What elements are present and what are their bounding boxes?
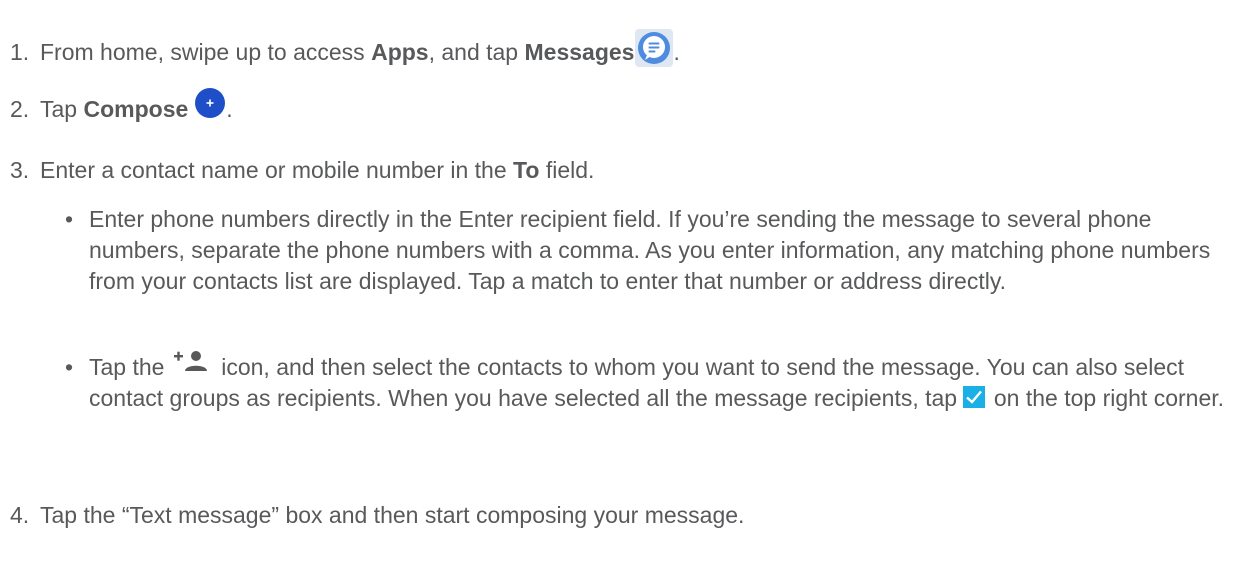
step-text: field. [539,157,595,183]
step-1: 1. From home, swipe up to access Apps, an… [10,29,680,73]
checkbox-checked-icon [963,385,986,408]
add-contact-icon [173,350,207,371]
bullet-dot: • [65,354,74,380]
apps-label: Apps [371,39,429,66]
step-text: , and tap [428,39,525,66]
bullet-dot: • [65,206,74,232]
messages-app-icon [635,29,674,67]
bullet-item: • Enter phone numbers directly in the En… [63,204,1238,297]
bullet-list: • Enter phone numbers directly in the En… [63,204,1238,297]
step-number: 3. [10,157,30,183]
step-4: 4. Tap the “Text message” box and then st… [10,500,744,531]
bullet-list: • Tap the icon, and then select the cont… [63,350,1238,414]
compose-label: Compose [83,96,189,122]
to-field-label: To [513,157,540,183]
messages-label: Messages [524,39,635,66]
bullet-text: Tap the [89,354,171,380]
step-text: . [226,96,233,122]
bullet-text: Enter phone numbers directly in the Ente… [89,206,1211,294]
step-number: 4. [10,502,30,528]
bullet-text: on the top right corner. [987,385,1225,411]
step-text: From home, swipe up to access [40,39,372,66]
step-3: 3. Enter a contact name or mobile number … [10,155,594,186]
step-number: 2. [10,96,30,122]
compose-plus-icon [195,87,226,118]
step-text: . [673,39,680,66]
step-text: Enter a contact name or mobile number in… [40,157,514,183]
step-text: Tap the “Text message” box and then star… [40,502,745,528]
step-number: 1. [10,39,30,66]
step-text: Tap [40,96,84,122]
bullet-item: • Tap the icon, and then select the cont… [63,350,1238,414]
step-2: 2. Tap Compose . [10,87,233,127]
